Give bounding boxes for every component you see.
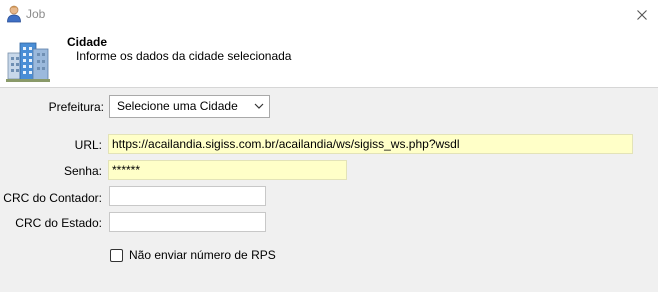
header-subtitle: Informe os dados da cidade selecionada <box>76 49 292 63</box>
prefeitura-select[interactable]: Selecione uma Cidade <box>109 95 270 118</box>
nao-enviar-rps-label: Não enviar número de RPS <box>129 248 276 262</box>
close-button[interactable] <box>626 0 658 29</box>
crc-contador-field[interactable] <box>109 186 266 206</box>
buildings-icon <box>6 35 52 83</box>
prefeitura-label: Prefeitura: <box>48 100 104 114</box>
title-bar: Job <box>0 0 658 29</box>
nao-enviar-rps-checkbox[interactable] <box>110 248 123 262</box>
chevron-down-icon <box>254 103 264 109</box>
crc-estado-field[interactable] <box>109 212 266 232</box>
dialog-header: Cidade Informe os dados da cidade seleci… <box>0 29 658 88</box>
header-title: Cidade <box>67 35 108 49</box>
close-icon <box>637 9 647 20</box>
crc-contador-label: CRC do Contador: <box>3 191 102 205</box>
window-title: Job <box>26 7 46 21</box>
prefeitura-selected-value: Selecione uma Cidade <box>117 99 238 113</box>
crc-estado-label: CRC do Estado: <box>15 216 102 230</box>
nao-enviar-rps-option[interactable]: Não enviar número de RPS <box>110 248 276 262</box>
url-label: URL: <box>74 138 102 152</box>
url-field[interactable]: https://acailandia.sigiss.com.br/acailan… <box>108 134 633 154</box>
senha-label: Senha: <box>63 164 102 178</box>
user-icon <box>6 5 22 23</box>
password-field[interactable]: ****** <box>108 160 347 180</box>
